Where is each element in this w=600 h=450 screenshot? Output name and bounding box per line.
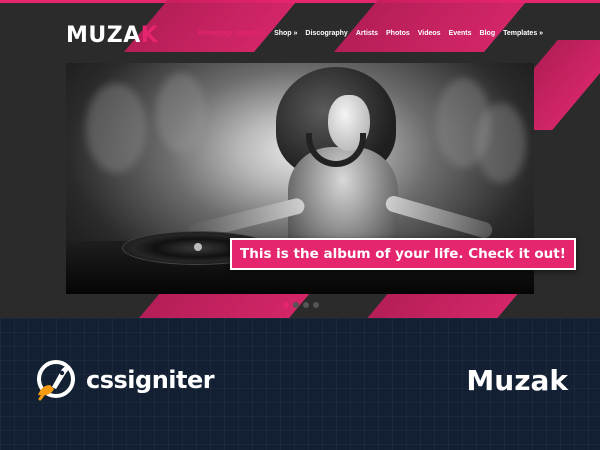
nav-item-homepage-layouts[interactable]: Homepage layouts » (198, 30, 266, 37)
logo-accent-letter: K (140, 23, 159, 48)
theme-preview: MUZAK Homepage layouts » Shop » Discogra… (0, 0, 600, 318)
slider-dot[interactable] (293, 302, 299, 308)
product-title: Muzak (466, 364, 568, 397)
promo-footer: cssigniter Muzak (0, 318, 600, 450)
rocket-icon (37, 360, 75, 401)
crowd-figure (156, 73, 206, 153)
nav-item-videos[interactable]: Videos (418, 30, 441, 37)
crowd-figure (476, 103, 526, 183)
nav-item-shop[interactable]: Shop » (274, 30, 297, 37)
nav-item-artists[interactable]: Artists (356, 30, 378, 37)
slider-dot[interactable] (303, 302, 309, 308)
crowd-figure (86, 83, 146, 173)
slider-dot[interactable] (313, 302, 319, 308)
brand-name: cssigniter (86, 366, 215, 394)
slider-pagination (283, 302, 319, 308)
decor-stripe (333, 0, 537, 52)
nav-item-templates[interactable]: Templates » (503, 30, 543, 37)
logo-text: MUZA (66, 23, 141, 48)
brand-logo[interactable]: cssigniter (28, 355, 215, 405)
dj-arm-right (383, 194, 495, 240)
nav-item-events[interactable]: Events (449, 30, 472, 37)
nav-item-blog[interactable]: Blog (480, 30, 496, 37)
slider-dot[interactable] (283, 302, 289, 308)
main-nav: Homepage layouts » Shop » Discography Ar… (198, 30, 551, 37)
turntable-knob (194, 243, 202, 251)
slider-caption[interactable]: This is the album of your life. Check it… (230, 238, 576, 270)
site-logo[interactable]: MUZAK (66, 23, 158, 48)
nav-item-photos[interactable]: Photos (386, 30, 410, 37)
nav-item-discography[interactable]: Discography (305, 30, 347, 37)
